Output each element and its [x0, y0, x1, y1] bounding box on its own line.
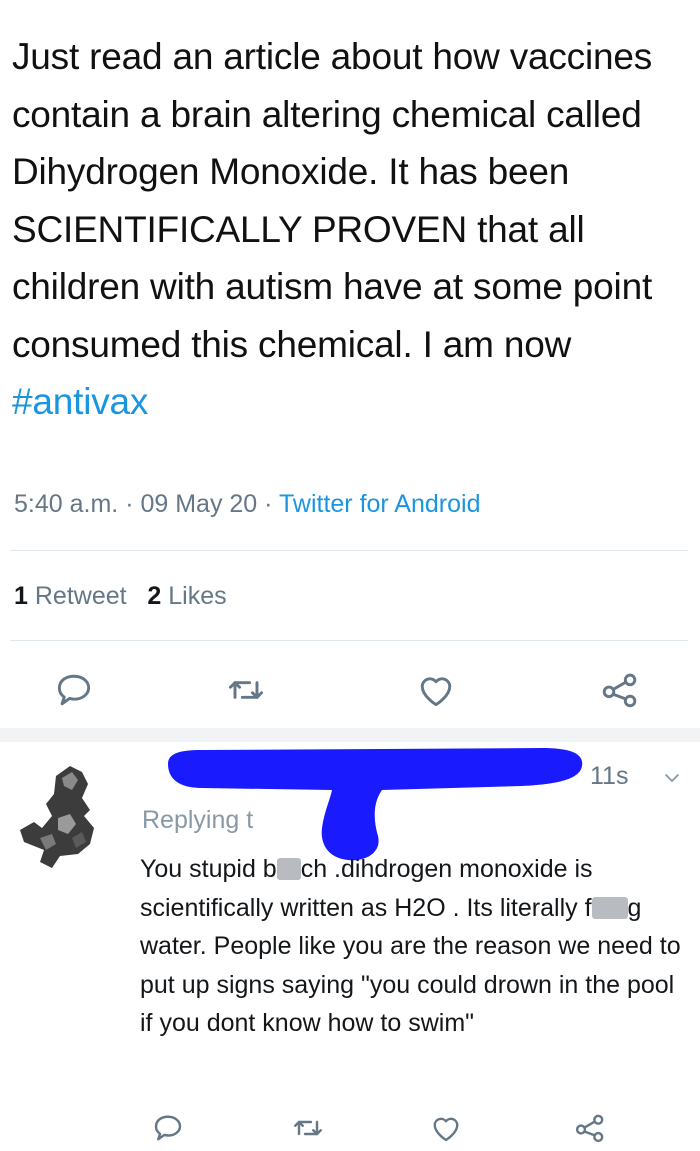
reply-tweet[interactable]: 11s Replying t You stupid b ch .dihdrogen… — [0, 742, 700, 1148]
share-button[interactable] — [572, 1110, 608, 1146]
tweet-stats: 1 Retweet 2 Likes — [14, 582, 227, 611]
retweet-label: Retweet — [34, 582, 127, 610]
hashtag-link[interactable]: #antivax — [12, 381, 148, 422]
like-icon — [420, 677, 452, 707]
replying-to: Replying t — [142, 806, 254, 834]
meta-separator: · — [264, 490, 279, 518]
like-button[interactable] — [414, 668, 458, 712]
retweet-button[interactable] — [224, 668, 268, 712]
meta-separator: · — [125, 490, 141, 518]
likes-count: 2 — [147, 582, 162, 610]
reply-icon — [154, 1115, 182, 1141]
reply-actions — [0, 1110, 700, 1146]
reply-time: 11s — [590, 762, 629, 790]
like-icon — [433, 1117, 459, 1142]
retweet-count: 1 — [14, 582, 28, 610]
reply-button[interactable] — [150, 1110, 186, 1146]
retweet-button[interactable] — [290, 1110, 326, 1146]
divider — [10, 550, 688, 551]
censored-word — [591, 896, 628, 919]
likes-label: Likes — [168, 582, 227, 610]
retweet-icon — [294, 1120, 322, 1136]
redacted-username — [168, 748, 583, 861]
divider — [10, 640, 688, 641]
reply-icon — [57, 674, 91, 706]
like-button[interactable] — [428, 1110, 464, 1146]
retweet-icon — [228, 681, 264, 699]
censored-word — [276, 858, 301, 880]
tweet-source-link[interactable]: Twitter for Android — [279, 490, 480, 518]
avatar-image — [20, 766, 94, 868]
tweet-actions — [0, 668, 700, 712]
chevron-down-icon[interactable] — [660, 766, 684, 790]
likes-stat[interactable]: 2 Likes — [147, 582, 226, 610]
share-icon — [575, 1114, 604, 1143]
retweets-stat[interactable]: 1 Retweet — [14, 582, 127, 610]
tweet-time: 5:40 a.m. — [14, 490, 119, 518]
reply-text-part: You stupid b — [140, 855, 277, 883]
tweet-text: Just read an article about how vaccines … — [12, 28, 692, 431]
tweet-date: 09 May 20 — [140, 490, 258, 518]
avatar[interactable] — [12, 758, 124, 870]
reply-text: You stupid b ch .dihdrogen monoxide is sc… — [140, 850, 690, 1043]
tweet-body: Just read an article about how vaccines … — [12, 36, 653, 365]
tweet-meta: 5:40 a.m. · 09 May 20 · Twitter for Andr… — [14, 490, 480, 519]
share-icon — [602, 673, 637, 708]
section-separator — [0, 728, 700, 742]
reply-button[interactable] — [52, 668, 96, 712]
share-button[interactable] — [598, 668, 642, 712]
